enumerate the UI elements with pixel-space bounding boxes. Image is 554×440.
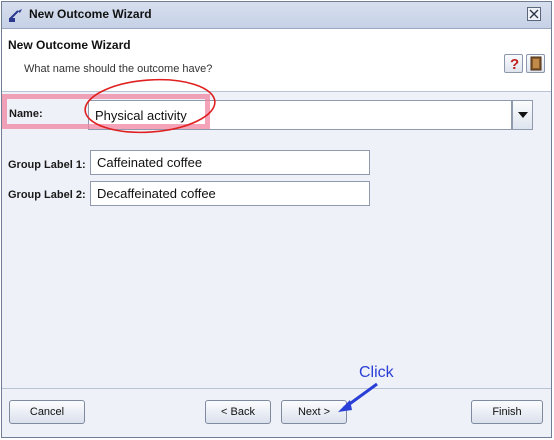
group-label-1-field[interactable]: Caffeinated coffee — [90, 150, 370, 175]
svg-text:?: ? — [510, 56, 519, 71]
title-bar[interactable]: New Outcome Wizard — [2, 2, 551, 29]
header-subtitle: What name should the outcome have? — [24, 63, 213, 75]
footer-divider — [2, 388, 551, 389]
wizard-header: New Outcome Wizard What name should the … — [2, 29, 551, 92]
group-label-2-label: Group Label 2: — [8, 189, 86, 201]
window-title: New Outcome Wizard — [29, 7, 152, 21]
next-button[interactable]: Next > — [281, 400, 347, 424]
wizard-window: New Outcome Wizard New Outcome Wizard Wh… — [1, 1, 552, 438]
notebook-icon[interactable] — [526, 54, 545, 73]
cancel-button[interactable]: Cancel — [9, 400, 85, 424]
group-label-2-field[interactable]: Decaffeinated coffee — [90, 181, 370, 206]
header-title: New Outcome Wizard — [8, 38, 131, 52]
group-label-1-label: Group Label 1: — [8, 159, 86, 171]
finish-button[interactable]: Finish — [471, 400, 543, 424]
name-highlight-box — [2, 94, 210, 129]
wizard-icon — [8, 7, 24, 23]
back-button[interactable]: < Back — [205, 400, 271, 424]
click-annotation-text: Click — [359, 364, 394, 381]
close-icon[interactable] — [527, 7, 541, 21]
chevron-down-icon[interactable] — [512, 100, 533, 130]
help-icon[interactable]: ? — [504, 54, 523, 73]
